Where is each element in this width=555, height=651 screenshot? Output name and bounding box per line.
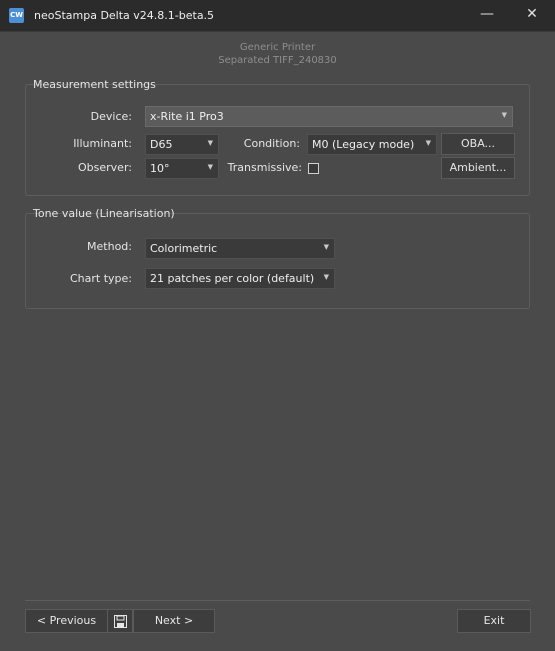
chart-type-select[interactable]: 21 patches per color (default) ▼ — [145, 268, 335, 289]
footer-divider — [25, 600, 530, 601]
oba-button[interactable]: OBA... — [441, 133, 515, 155]
condition-label: Condition: — [243, 137, 300, 150]
tone-value-group — [25, 213, 530, 309]
app-logo-icon: CW — [9, 8, 24, 23]
chevron-down-icon: ▼ — [425, 139, 431, 147]
measurement-settings-title: Measurement settings — [33, 78, 156, 91]
illuminant-select[interactable]: D65 ▼ — [145, 134, 219, 155]
job-name: Separated TIFF_240830 — [218, 55, 337, 66]
illuminant-value: D65 — [150, 138, 173, 151]
observer-value: 10° — [150, 162, 170, 175]
chevron-down-icon: ▼ — [323, 273, 329, 281]
save-icon — [114, 615, 127, 628]
device-value: x-Rite i1 Pro3 — [150, 110, 224, 123]
method-select[interactable]: Colorimetric ▼ — [145, 238, 335, 259]
close-button[interactable]: ✕ — [509, 0, 555, 31]
printer-name: Generic Printer — [239, 42, 316, 53]
transmissive-checkbox[interactable] — [308, 163, 319, 174]
next-button[interactable]: Next > — [133, 609, 215, 633]
transmissive-label: Transmissive: — [227, 161, 302, 174]
previous-button[interactable]: < Previous — [25, 609, 108, 633]
device-select[interactable]: x-Rite i1 Pro3 ▼ — [145, 106, 513, 127]
chevron-down-icon: ▼ — [501, 111, 507, 119]
chart-type-label: Chart type: — [69, 272, 132, 285]
method-label: Method: — [87, 240, 132, 253]
device-label: Device: — [90, 110, 132, 123]
window-title: neoStampa Delta v24.8.1-beta.5 — [34, 9, 215, 22]
chart-type-value: 21 patches per color (default) — [150, 272, 315, 285]
condition-value: M0 (Legacy mode) — [312, 138, 415, 151]
exit-button[interactable]: Exit — [457, 609, 531, 633]
save-button[interactable] — [107, 609, 133, 633]
tone-value-title: Tone value (Linearisation) — [33, 207, 175, 220]
illuminant-label: Illuminant: — [73, 137, 132, 150]
method-value: Colorimetric — [150, 242, 218, 255]
chevron-down-icon: ▼ — [207, 139, 213, 147]
condition-select[interactable]: M0 (Legacy mode) ▼ — [307, 134, 437, 155]
observer-label: Observer: — [78, 161, 132, 174]
title-bar: CW neoStampa Delta v24.8.1-beta.5 — ✕ — [0, 0, 555, 32]
chevron-down-icon: ▼ — [323, 243, 329, 251]
minimize-button[interactable]: — — [464, 0, 510, 31]
ambient-button[interactable]: Ambient... — [441, 157, 515, 179]
